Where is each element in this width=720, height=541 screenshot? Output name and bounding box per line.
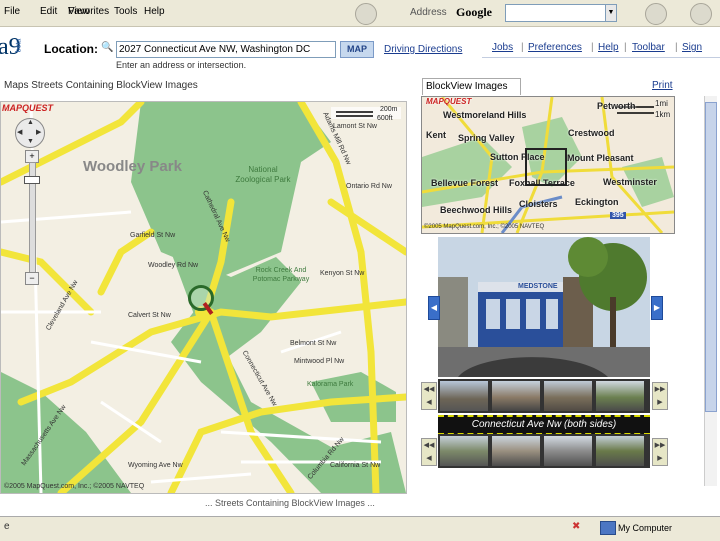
menu-tools[interactable]: Tools [114, 6, 137, 17]
filmstrip-thumbnail[interactable] [492, 436, 540, 466]
street-label: Ontario Rd Nw [346, 183, 392, 190]
filmstrip-right-skip-icon[interactable]: ▶▶ ▶ [652, 438, 668, 466]
zoom-out-button[interactable]: − [25, 272, 39, 285]
street-label: Lamont St Nw [333, 123, 377, 130]
stop-icon[interactable] [355, 3, 377, 25]
street-label: Woodley Rd Nw [148, 262, 199, 269]
security-icon: ✖ [572, 521, 581, 532]
computer-icon [600, 521, 616, 535]
overview-mapquest-logo: MAPQUEST [426, 97, 472, 106]
street-label: California St Nw [330, 462, 381, 469]
filmstrip-thumbnail[interactable] [492, 381, 540, 411]
filmstrip-thumbnail[interactable] [440, 381, 488, 411]
chevron-down-icon[interactable]: ▼ [605, 4, 617, 22]
location-hint: Enter an address or intersection. [116, 60, 247, 70]
zoom-slider-handle[interactable] [24, 176, 40, 184]
overview-scale-km: 1km [655, 110, 671, 119]
map-copyright: ©2005 MapQuest.com, Inc.; ©2005 NAVTEQ [4, 483, 145, 490]
overview-label: Beechwood Hills [440, 205, 513, 215]
blockview-photo[interactable]: MEDSTONE [438, 237, 650, 377]
filmstrip-thumbnail[interactable] [440, 436, 488, 466]
security-zone-label: My Computer [618, 523, 673, 533]
filmstrip-thumbnail[interactable] [544, 436, 592, 466]
filmstrip-thumbnail[interactable] [596, 381, 644, 411]
kalorama-park-label: Kalorama Park [307, 381, 354, 388]
overview-label: Eckington [575, 197, 619, 207]
footer-text: ... Streets Containing BlockView Images … [205, 498, 375, 508]
filmstrip-thumbnail[interactable] [596, 436, 644, 466]
filmstrip-top[interactable] [438, 379, 650, 413]
driving-directions-link[interactable]: Driving Directions [384, 44, 462, 55]
overview-label: Spring Valley [458, 133, 515, 143]
overview-label: Bellevue Forest [431, 178, 499, 188]
map-button[interactable]: MAP [340, 41, 374, 58]
blockview-photo-image [438, 237, 650, 377]
menu-file[interactable]: File [4, 6, 20, 17]
street-label: Garfield St Nw [130, 232, 176, 239]
overview-viewport-box[interactable] [525, 148, 567, 186]
header-divider [482, 57, 720, 58]
interstate-shield-icon: 395 [610, 212, 626, 219]
pan-right-icon[interactable]: ▶ [36, 128, 41, 136]
zoo-label: National Zoological Park [235, 165, 291, 184]
pan-control[interactable]: ▲ ▼ ◀ ▶ [15, 118, 45, 148]
photo-prev-icon[interactable]: ◀ [428, 296, 440, 320]
nav-preferences[interactable]: Preferences [528, 42, 582, 53]
street-label: Mintwood Pl Nw [294, 358, 345, 365]
street-label: Kenyon St Nw [320, 270, 365, 277]
tab-blockview-images[interactable]: BlockView Images [422, 78, 521, 95]
pan-up-icon[interactable]: ▲ [27, 119, 34, 126]
overview-label: Mount Pleasant [567, 153, 634, 163]
overview-scale-miles: 1mi [655, 99, 668, 108]
location-input[interactable]: 2027 Connecticut Ave NW, Washington DC [116, 41, 336, 58]
rock-creek-label: Rock Creek And Potomac Parkway [252, 267, 310, 283]
menu-edit[interactable]: Edit [40, 6, 57, 17]
nav-help[interactable]: Help [598, 42, 619, 53]
menu-favorites[interactable]: Favorites [68, 6, 109, 17]
google-search-input[interactable] [505, 4, 607, 22]
street-label: Wyoming Ave Nw [128, 462, 183, 469]
beta-badge: beta [15, 38, 23, 53]
windows-flag-icon [690, 3, 712, 25]
overview-label: Crestwood [568, 128, 615, 138]
neighborhood-label: Woodley Park [83, 158, 182, 175]
scale-feet: 600ft [377, 115, 393, 122]
street-label: Belmont St Nw [290, 340, 337, 347]
storefront-sign: MEDSTONE [518, 283, 558, 290]
search-icon: 🔍 [101, 42, 114, 53]
filmstrip-left-skip-icon[interactable]: ◀◀ ◀ [421, 438, 437, 466]
panel-scrollbar-thumb[interactable] [705, 102, 717, 412]
street-caption: Connecticut Ave Nw (both sides) [438, 415, 650, 435]
overview-label: Kent [426, 130, 446, 140]
print-link[interactable]: Print [652, 80, 673, 91]
nav-toolbar[interactable]: Toolbar [632, 42, 665, 53]
filmstrip-right-skip-icon[interactable]: ▶▶ ▶ [652, 382, 668, 410]
mapquest-logo: MAPQUEST [2, 103, 54, 113]
filmstrip-left-skip-icon[interactable]: ◀◀ ◀ [421, 382, 437, 410]
ie-status-icon: e [4, 521, 10, 532]
overview-copyright: ©2005 MapQuest.com, Inc.; ©2005 NAVTEQ [424, 224, 545, 230]
menu-help[interactable]: Help [144, 6, 165, 17]
pan-down-icon[interactable]: ▼ [27, 138, 34, 145]
location-label: Location: [44, 42, 98, 56]
photo-next-icon[interactable]: ▶ [651, 296, 663, 320]
google-logo: Google [456, 5, 492, 19]
nav-jobs[interactable]: Jobs [492, 42, 513, 53]
filmstrip-thumbnail[interactable] [544, 381, 592, 411]
overview-label: Westmoreland Hills [443, 110, 527, 120]
street-label: Calvert St Nw [128, 312, 171, 319]
overview-label: Cloisters [519, 199, 558, 209]
filmstrip-bottom[interactable] [438, 434, 650, 468]
scale-meters: 200m [380, 106, 398, 113]
address-label: Address [410, 7, 447, 18]
map-filter-label: Maps Streets Containing BlockView Images [4, 80, 198, 91]
pdf-icon[interactable] [645, 3, 667, 25]
pan-left-icon[interactable]: ◀ [17, 128, 22, 136]
overview-label: Westminster [603, 177, 657, 187]
nav-sign[interactable]: Sign [682, 42, 702, 53]
overview-label: Petworth [597, 101, 636, 111]
